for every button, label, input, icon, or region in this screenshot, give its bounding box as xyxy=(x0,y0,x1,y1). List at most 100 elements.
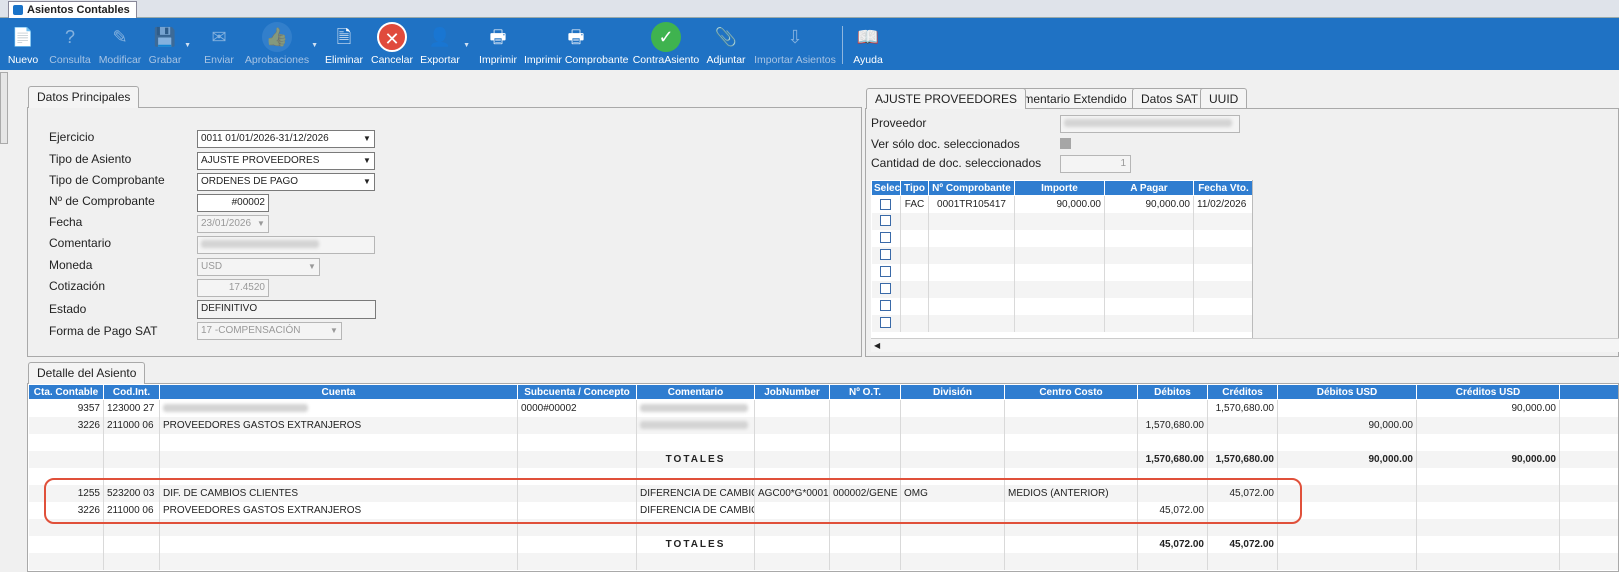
table-row[interactable] xyxy=(871,280,1252,298)
importar-asientos-button[interactable]: ⇩ Importar Asientos xyxy=(752,20,838,68)
consulta-button[interactable]: ? Consulta xyxy=(48,20,92,68)
printer-icon: 🖶 xyxy=(567,27,585,47)
col-division[interactable]: División xyxy=(900,384,1005,400)
row-checkbox[interactable] xyxy=(880,300,892,312)
table-row[interactable]: 9357 123000 27 0000#00002 1,570,680.00 9… xyxy=(28,399,1618,417)
table-row[interactable]: 1255 523200 03 DIF. DE CAMBIOS CLIENTES … xyxy=(28,484,1618,502)
imprimir-comprobante-button[interactable]: 🖶 Imprimir Comprobante xyxy=(524,20,628,68)
tipo-comprobante-select[interactable]: ORDENES DE PAGO ▼ xyxy=(197,173,375,191)
tab-datos-sat[interactable]: Datos SAT xyxy=(1132,88,1208,108)
moneda-select[interactable]: USD ▼ xyxy=(197,258,320,276)
chevron-down-icon[interactable]: ▼ xyxy=(311,42,318,49)
row-checkbox[interactable] xyxy=(880,317,892,329)
col-creditos-usd[interactable]: Créditos USD xyxy=(1416,384,1560,400)
eliminar-button[interactable]: 🗎 Eliminar xyxy=(324,20,364,68)
col-nro-ot[interactable]: Nº O.T. xyxy=(829,384,901,400)
exportar-button[interactable]: 👤 Exportar ▼ xyxy=(418,20,470,68)
col-cta-contable[interactable]: Cta. Contable xyxy=(28,384,104,400)
table-row[interactable] xyxy=(28,518,1618,536)
documentos-grid: Selec Tipo Nº Comprobante Importe A Paga… xyxy=(871,180,1253,338)
moneda-label: Moneda xyxy=(49,258,93,272)
cantidad-label: Cantidad de doc. seleccionados xyxy=(871,156,1042,170)
col-nro-comprobante[interactable]: Nº Comprobante xyxy=(928,180,1015,196)
comentario-field[interactable] xyxy=(197,236,375,254)
estado-label: Estado xyxy=(49,302,87,316)
table-row[interactable] xyxy=(871,212,1252,230)
thumbs-up-icon: 👍 xyxy=(262,22,292,52)
aprobaciones-button[interactable]: 👍 Aprobaciones ▼ xyxy=(244,20,318,68)
row-checkbox[interactable] xyxy=(880,249,892,261)
col-tipo[interactable]: Tipo xyxy=(900,180,929,196)
table-row[interactable] xyxy=(871,246,1252,264)
contra-asiento-button[interactable]: ✓ ContraAsiento xyxy=(632,20,700,68)
ayuda-button[interactable]: 📖 Ayuda xyxy=(850,20,886,68)
tab-ajuste-proveedores[interactable]: AJUSTE PROVEEDORES xyxy=(866,88,1027,109)
table-row[interactable]: FAC 0001TR105417 90,000.00 90,000.00 11/… xyxy=(871,195,1252,213)
row-checkbox[interactable] xyxy=(880,215,892,227)
table-row[interactable] xyxy=(28,552,1618,570)
col-cod-int[interactable]: Cod.Int. xyxy=(103,384,160,400)
table-row[interactable] xyxy=(871,263,1252,281)
enviar-button[interactable]: ✉ Enviar xyxy=(200,20,238,68)
forma-pago-select[interactable]: 17 -COMPENSACIÓN ▼ xyxy=(197,322,342,340)
ejercicio-label: Ejercicio xyxy=(49,130,95,144)
horizontal-scrollbar[interactable]: ◀ xyxy=(871,338,1619,352)
ver-solo-checkbox[interactable] xyxy=(1060,138,1071,149)
table-row[interactable] xyxy=(28,433,1618,451)
scroll-left-icon[interactable]: ◀ xyxy=(874,341,880,350)
totales-row: TOTALES 1,570,680.00 1,570,680.00 90,000… xyxy=(28,450,1618,468)
col-cuenta[interactable]: Cuenta xyxy=(159,384,518,400)
cancelar-button[interactable]: ✕ Cancelar xyxy=(370,20,414,68)
tipo-asiento-select[interactable]: AJUSTE PROVEEDORES ▼ xyxy=(197,152,375,170)
col-importe[interactable]: Importe xyxy=(1014,180,1105,196)
row-checkbox[interactable] xyxy=(880,283,892,295)
cotizacion-field[interactable]: 17.4520 xyxy=(197,279,269,297)
table-row[interactable] xyxy=(28,467,1618,485)
col-centro-costo[interactable]: Centro Costo xyxy=(1004,384,1138,400)
printer-icon: 🖶 xyxy=(489,27,507,47)
table-row[interactable] xyxy=(871,314,1252,332)
tab-uuid[interactable]: UUID xyxy=(1200,88,1248,108)
tab-detalle-asiento[interactable]: Detalle del Asiento xyxy=(28,362,146,384)
col-jobnumber[interactable]: JobNumber xyxy=(754,384,830,400)
col-selec[interactable]: Selec xyxy=(871,180,901,196)
grabar-button[interactable]: 💾 Grabar ▼ xyxy=(147,20,191,68)
modificar-button[interactable]: ✎ Modificar xyxy=(97,20,143,68)
col-debitos-usd[interactable]: Débitos USD xyxy=(1277,384,1417,400)
redacted-text xyxy=(201,240,319,249)
col-a-pagar[interactable]: A Pagar xyxy=(1104,180,1194,196)
col-subcuenta[interactable]: Subcuenta / Concepto xyxy=(517,384,637,400)
table-row[interactable]: 3226 211000 06 PROVEEDORES GASTOS EXTRAN… xyxy=(28,501,1618,519)
adjuntar-button[interactable]: 📎 Adjuntar xyxy=(704,20,748,68)
tipo-comprobante-label: Tipo de Comprobante xyxy=(49,173,165,187)
tab-datos-principales[interactable]: Datos Principales xyxy=(28,86,140,108)
window-tab[interactable]: Asientos Contables xyxy=(8,1,137,18)
table-row[interactable] xyxy=(871,229,1252,247)
chevron-down-icon: ▼ xyxy=(257,219,265,228)
table-row[interactable] xyxy=(871,297,1252,315)
nro-comprobante-field[interactable]: #00002 xyxy=(197,194,269,212)
chevron-down-icon[interactable]: ▼ xyxy=(184,42,191,49)
col-comentario[interactable]: Comentario xyxy=(636,384,755,400)
imprimir-button[interactable]: 🖶 Imprimir xyxy=(476,20,520,68)
nuevo-button[interactable]: 📄 Nuevo xyxy=(4,20,42,68)
title-bar: Asientos Contables xyxy=(0,0,1619,18)
chevron-down-icon: ▼ xyxy=(363,177,371,186)
side-panel-handle[interactable] xyxy=(0,72,8,144)
ejercicio-select[interactable]: 0011 01/01/2026-31/12/2026 ▼ xyxy=(197,130,375,148)
proveedor-field[interactable] xyxy=(1060,115,1240,133)
check-icon: ✓ xyxy=(651,22,681,52)
row-checkbox[interactable] xyxy=(880,232,892,244)
chevron-down-icon[interactable]: ▼ xyxy=(463,42,470,49)
col-fecha-vto[interactable]: Fecha Vto. xyxy=(1193,180,1252,196)
tipo-asiento-label: Tipo de Asiento xyxy=(49,152,132,166)
table-row[interactable]: 3226 211000 06 PROVEEDORES GASTOS EXTRAN… xyxy=(28,416,1618,434)
row-checkbox[interactable] xyxy=(880,198,892,210)
col-creditos[interactable]: Créditos xyxy=(1207,384,1278,400)
save-icon: 💾 xyxy=(153,27,177,47)
redacted-text xyxy=(163,404,308,413)
col-debitos[interactable]: Débitos xyxy=(1137,384,1208,400)
fecha-field[interactable]: 23/01/2026 ▼ xyxy=(197,215,269,233)
ver-solo-label: Ver sólo doc. seleccionados xyxy=(871,137,1020,151)
row-checkbox[interactable] xyxy=(880,266,892,278)
